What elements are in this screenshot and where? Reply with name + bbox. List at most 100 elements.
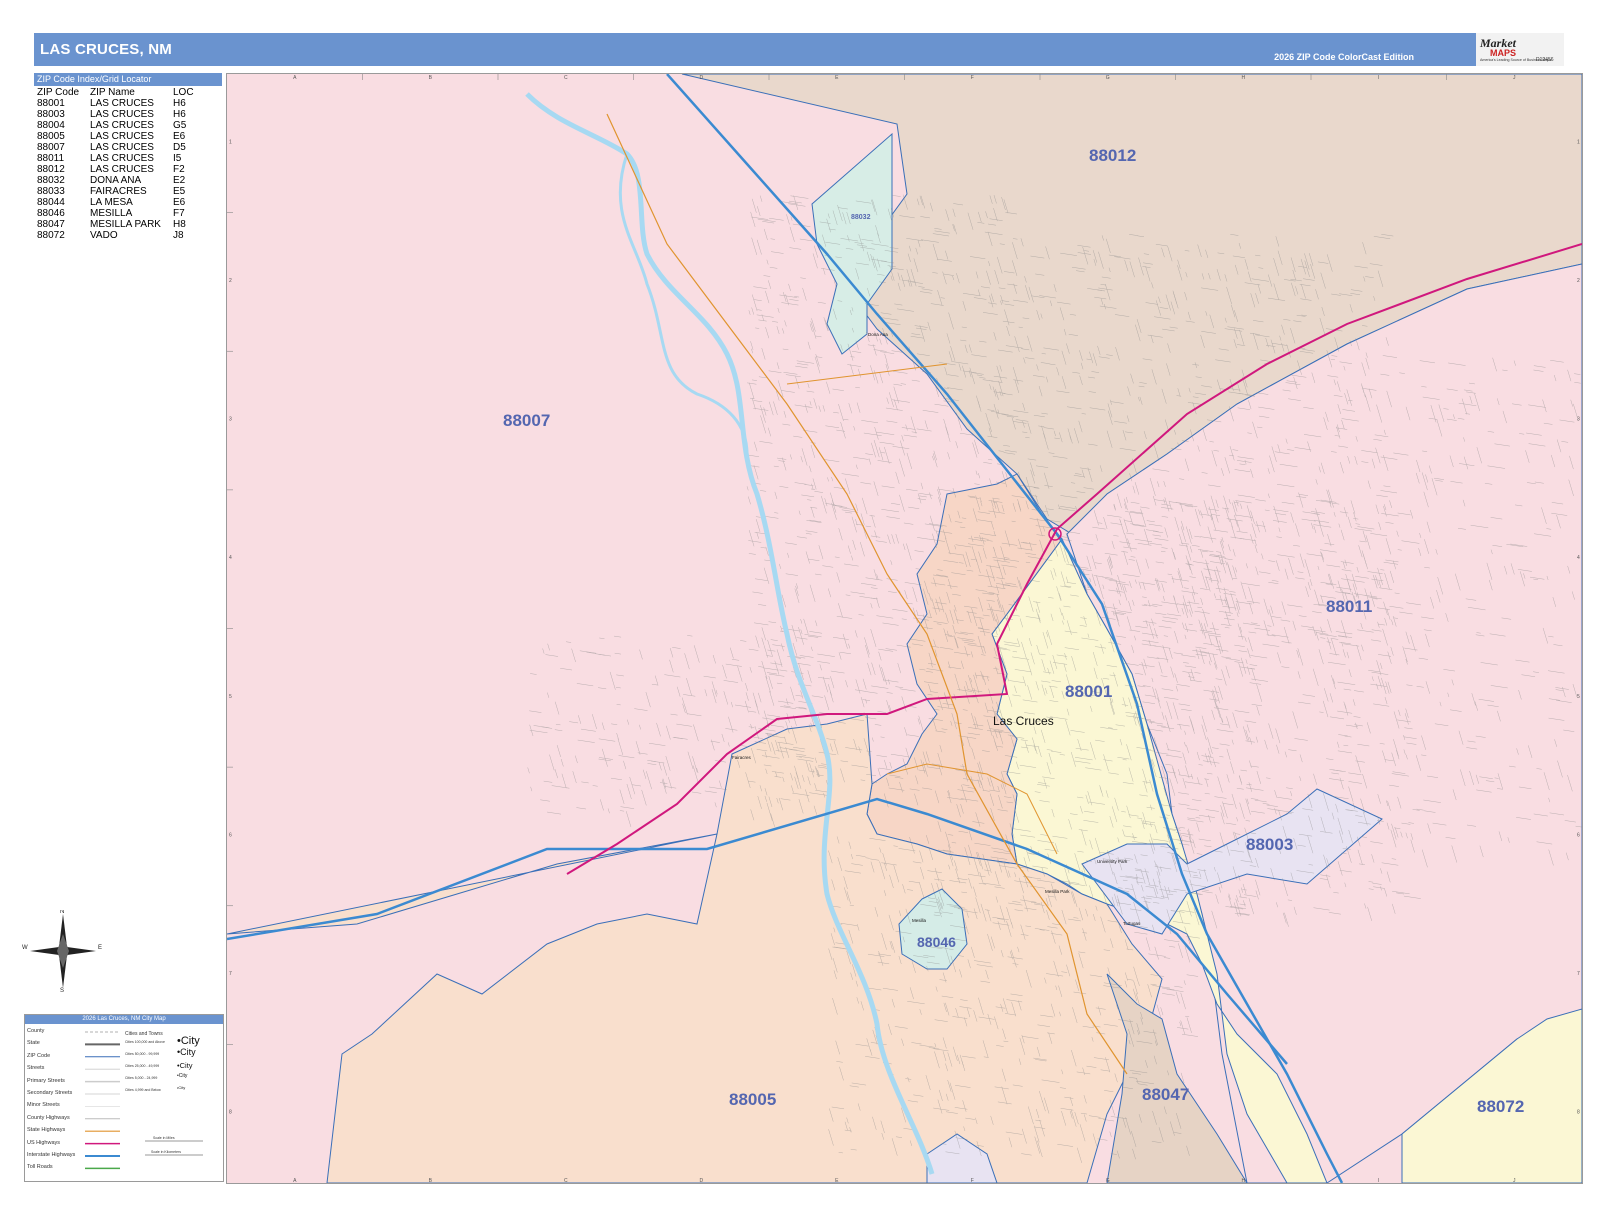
legend-city-sample: •City xyxy=(177,1073,188,1079)
zip-name-cell: LAS CRUCES xyxy=(90,131,154,142)
legend-scale-miles: Scale in Miles xyxy=(153,1136,175,1140)
zip-index-row: 88005 LAS CRUCES E6 xyxy=(34,131,194,142)
zip-name-cell: LAS CRUCES xyxy=(90,120,154,131)
zip-label-88012: 88012 xyxy=(1089,146,1136,165)
place-label-university-park: University Park xyxy=(1097,859,1128,864)
zip-name-cell: LAS CRUCES xyxy=(90,164,154,175)
grid-row-label-left: 6 xyxy=(229,832,232,838)
zip-code-cell: 88012 xyxy=(37,164,65,175)
zip-index-row: 88072 VADO J8 xyxy=(34,230,194,241)
legend-city-tier: Cities 100,000 and Above xyxy=(125,1040,165,1044)
legend-city-tier: Cities 4,999 and Below xyxy=(125,1088,161,1092)
zip-label-88007: 88007 xyxy=(503,411,550,430)
zip-name-cell: LAS CRUCES xyxy=(90,142,154,153)
grid-row-label-left: 7 xyxy=(229,971,232,977)
legend-city-tier: Cities 25,000 - 49,999 xyxy=(125,1064,160,1068)
zip-label-88011: 88011 xyxy=(1326,597,1372,616)
loc-cell: H6 xyxy=(173,98,186,109)
grid-row-label-left: 8 xyxy=(229,1110,232,1116)
loc-cell: D5 xyxy=(173,142,186,153)
zip-name-cell: LAS CRUCES xyxy=(90,98,154,109)
zip-code-cell: 88032 xyxy=(37,175,65,186)
compass-center-icon xyxy=(57,934,69,968)
grid-row-label-right: 2 xyxy=(1577,278,1580,284)
grid-col-label-bottom: I xyxy=(1378,1178,1379,1183)
loc-cell: J8 xyxy=(173,230,184,241)
zip-code-cell: 88004 xyxy=(37,120,65,131)
zip-code-cell: 88011 xyxy=(37,153,65,164)
loc-cell: E6 xyxy=(173,197,186,208)
grid-col-label-top: H xyxy=(1241,75,1245,81)
zip-index-header-row: ZIP Code ZIP Name LOC xyxy=(34,87,194,98)
grid-col-label-bottom: C xyxy=(564,1178,568,1183)
zip-label-88046: 88046 xyxy=(917,934,956,950)
legend-cities-header: Cities and Towns xyxy=(125,1031,163,1037)
zip-label-88072: 88072 xyxy=(1477,1097,1524,1116)
zip-name-cell: VADO xyxy=(90,230,118,241)
loc-cell: E2 xyxy=(173,175,186,186)
zip-index-row: 88007 LAS CRUCES D5 xyxy=(34,142,194,153)
grid-col-label-bottom: D xyxy=(699,1178,703,1183)
edition-label: 2026 ZIP Code ColorCast Edition xyxy=(1274,52,1414,62)
loc-cell: G5 xyxy=(173,120,187,131)
zip-name-cell: MESILLA PARK xyxy=(90,219,161,230)
loc-cell: E6 xyxy=(173,131,186,142)
compass-s-label: S xyxy=(60,988,64,992)
compass-w-label: W xyxy=(22,945,28,951)
grid-row-label-right: 1 xyxy=(1577,139,1580,145)
zip-index-row: 88044 LA MESA E6 xyxy=(34,197,194,208)
zip-label-88032: 88032 xyxy=(851,214,871,221)
legend-city-sample: •City xyxy=(177,1061,193,1070)
loc-cell: F7 xyxy=(173,208,185,219)
zip-name-cell: LAS CRUCES xyxy=(90,109,154,120)
map-legend: 2026 Las Cruces, NM City Map County State… xyxy=(24,1014,224,1182)
map-frame[interactable]: ABCDEFGHIJ ABCDEFGHIJ 12345678 12345678 … xyxy=(226,73,1583,1184)
place-label-fairacres: Fairacres xyxy=(732,755,752,760)
grid-col-label-top: D xyxy=(699,75,703,81)
grid-row-label-left: 4 xyxy=(229,555,232,561)
zip-name-cell: LAS CRUCES xyxy=(90,153,154,164)
compass-e-label: E xyxy=(98,945,102,951)
zip-code-cell: 88033 xyxy=(37,186,65,197)
loc-cell: E5 xyxy=(173,186,186,197)
col-zip-code: ZIP Code xyxy=(37,87,80,98)
col-loc: LOC xyxy=(173,87,194,98)
grid-row-label-right: 5 xyxy=(1577,694,1580,700)
grid-col-label-top: F xyxy=(971,75,974,81)
place-label-tortugas: Tortugas xyxy=(1123,921,1141,926)
grid-col-label-bottom: G xyxy=(1106,1178,1110,1183)
legend-scale-km: Scale in Kilometers xyxy=(151,1150,181,1154)
zip-name-cell: DONA ANA xyxy=(90,175,142,186)
zip-index-row: 88003 LAS CRUCES H6 xyxy=(34,109,194,120)
col-zip-name: ZIP Name xyxy=(90,87,135,98)
zip-index-row: 88012 LAS CRUCES F2 xyxy=(34,164,194,175)
legend-city-sample: •City xyxy=(177,1047,196,1057)
grid-col-label-top: I xyxy=(1378,75,1379,81)
zip-label-88001: 88001 xyxy=(1065,682,1112,701)
zip-code-cell: 88007 xyxy=(37,142,65,153)
zip-index-row: 88011 LAS CRUCES I5 xyxy=(34,153,194,164)
zip-code-cell: 88072 xyxy=(37,230,65,241)
zip-index-row: 88046 MESILLA F7 xyxy=(34,208,194,219)
compass-n-label: N xyxy=(60,910,64,915)
zip-code-cell: 88001 xyxy=(37,98,65,109)
grid-row-label-left: 5 xyxy=(229,694,232,700)
zip-name-cell: FAIRACRES xyxy=(90,186,147,197)
place-label-mesilla: Mesilla xyxy=(912,918,927,923)
zip-index-row: 88032 DONA ANA E2 xyxy=(34,175,194,186)
grid-col-label-top: G xyxy=(1106,75,1110,81)
zip-code-cell: 88044 xyxy=(37,197,65,208)
zip-index-row: 88004 LAS CRUCES G5 xyxy=(34,120,194,131)
place-label-dona-ana: Dona Ana xyxy=(868,332,888,337)
zip-index-row: 88001 LAS CRUCES H6 xyxy=(34,98,194,109)
logo-brand-bottom: MAPS xyxy=(1490,48,1517,58)
legend-city-sample: •City xyxy=(177,1085,186,1090)
compass-rose: N S W E xyxy=(22,910,102,992)
zip-label-88005: 88005 xyxy=(729,1090,776,1109)
place-label-mesilla-park: Mesilla Park xyxy=(1045,889,1070,894)
city-label-las-cruces: Las Cruces xyxy=(993,714,1054,728)
grid-row-label-left: 1 xyxy=(229,139,232,145)
legend-city-sample: •City xyxy=(177,1035,200,1047)
grid-col-label-bottom: H xyxy=(1241,1178,1245,1183)
zip-map[interactable]: ABCDEFGHIJ ABCDEFGHIJ 12345678 12345678 … xyxy=(227,74,1582,1183)
